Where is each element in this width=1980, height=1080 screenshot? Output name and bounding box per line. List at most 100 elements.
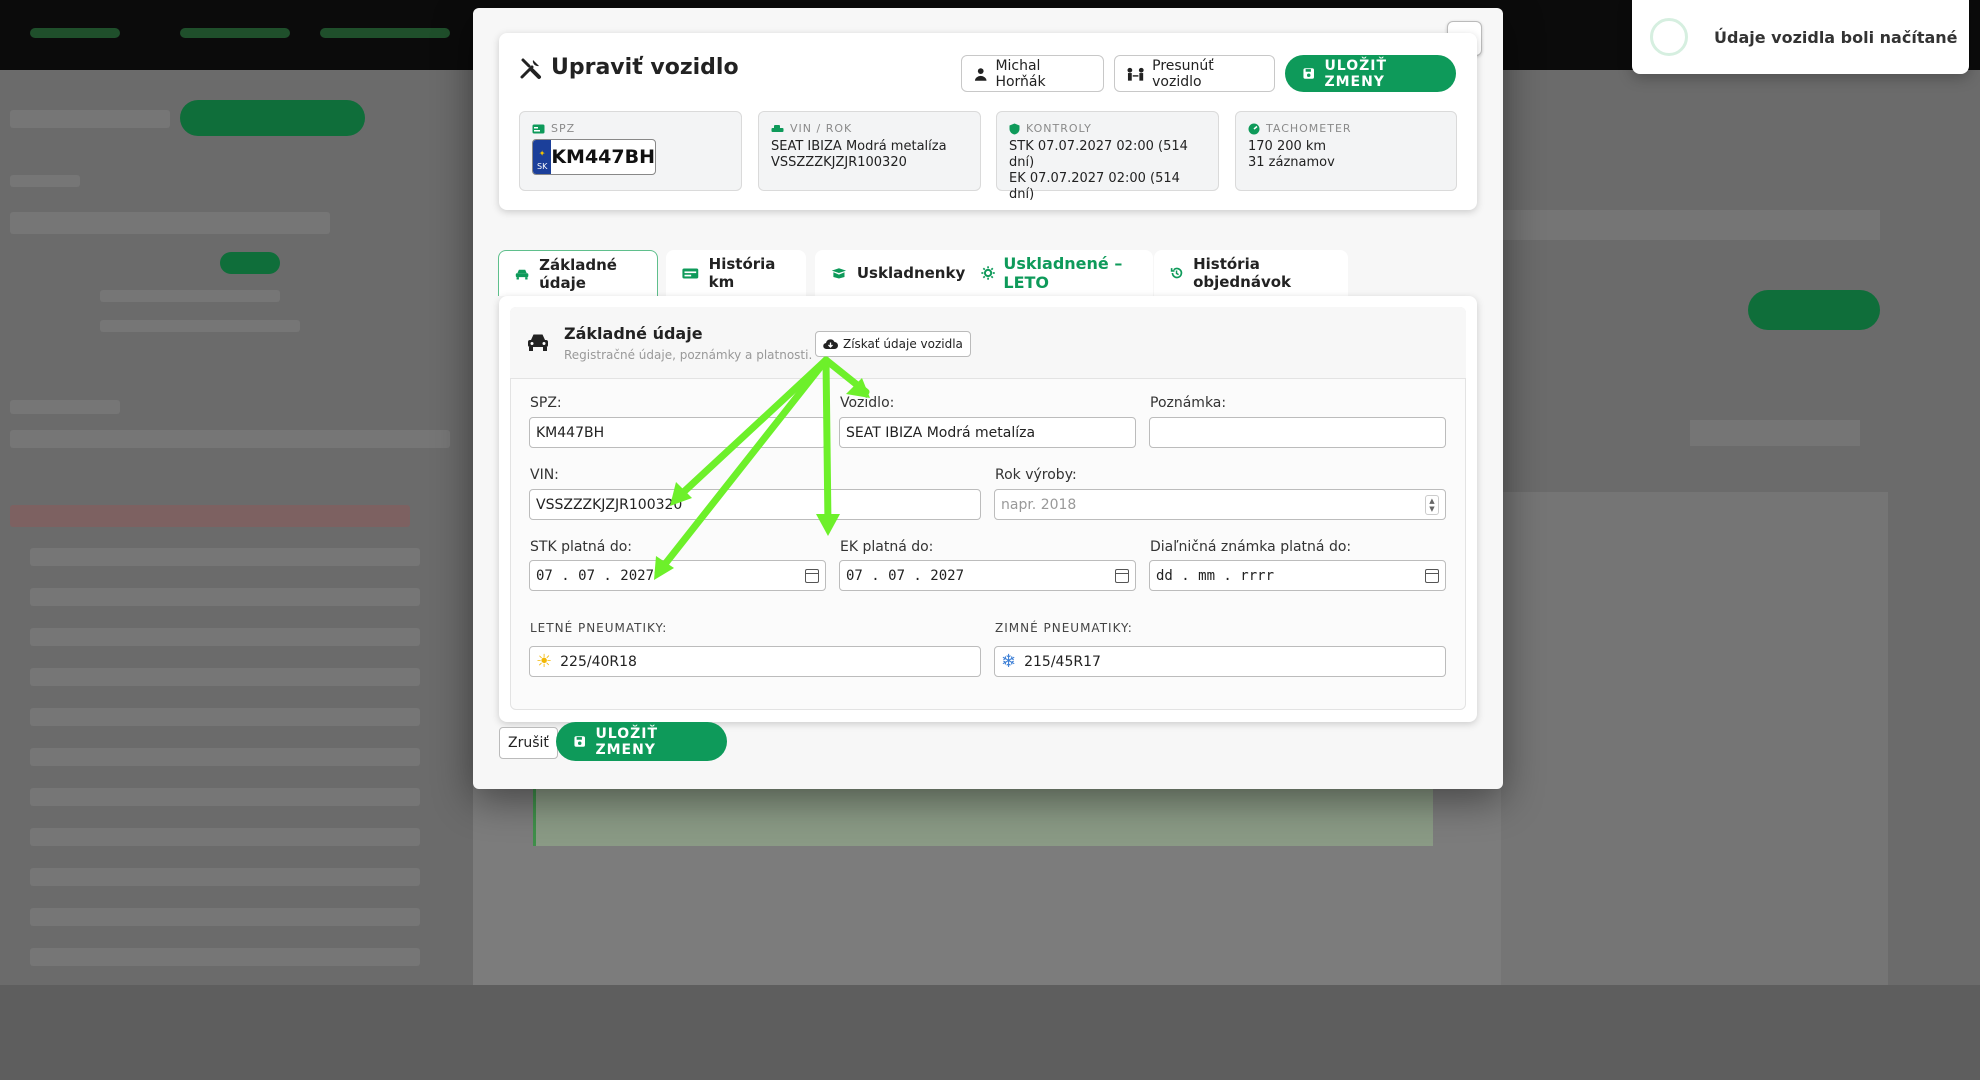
background-heading xyxy=(10,110,170,128)
vin-input[interactable]: VSSZZZKJZJR100320 xyxy=(529,489,981,520)
spz-info-box: SPZ ✦ SK KM447BH xyxy=(519,111,742,191)
background-table-row xyxy=(30,668,420,686)
odometer-info-label: TACHOMETER xyxy=(1248,122,1444,135)
background-table-row xyxy=(30,708,420,726)
plate-number: KM447BH xyxy=(551,146,655,168)
toast-message: Údaje vozidla boli načítané xyxy=(1714,27,1958,47)
storage-status-text: Uskladnené – LETO xyxy=(1003,254,1123,292)
year-placeholder: napr. 2018 xyxy=(1001,496,1077,513)
car-icon xyxy=(515,269,529,279)
save-changes-label: ULOŽIŤ ZMENY xyxy=(1324,57,1388,90)
vehicle-label: Vozidlo: xyxy=(840,395,895,411)
note-input[interactable] xyxy=(1149,417,1446,448)
background-row xyxy=(10,212,330,234)
background-table-row xyxy=(30,788,420,806)
shield-icon xyxy=(1009,123,1020,134)
vignette-date-input[interactable]: dd . mm . rrrr xyxy=(1149,560,1446,591)
background-panel xyxy=(1690,420,1860,446)
user-icon xyxy=(974,67,987,81)
checks-info-box: KONTROLY STK 07.07.2027 02:00 (514 dní) … xyxy=(996,111,1219,202)
snowflake-icon: ❄ xyxy=(1001,650,1017,672)
odometer-display-icon xyxy=(682,267,699,279)
id-card-icon xyxy=(532,124,545,133)
spz-input[interactable]: KM447BH xyxy=(529,417,826,448)
tab-order-history[interactable]: História objednávok xyxy=(1154,250,1348,296)
background-logo xyxy=(30,28,120,38)
tab-storage[interactable]: Uskladnenky Uskladnené – LETO xyxy=(815,250,1153,296)
vin-info-box: VIN / ROK SEAT IBIZA Modrá metalíza VSSZ… xyxy=(758,111,981,191)
plate-country: SK xyxy=(536,162,548,171)
checks-info-label-text: KONTROLY xyxy=(1026,122,1092,135)
owner-button-label: Michal Horňák xyxy=(995,57,1046,90)
background-table-row xyxy=(30,588,420,606)
owner-button[interactable]: Michal Horňák xyxy=(961,55,1104,92)
floppy-disk-icon xyxy=(1303,68,1314,79)
move-vehicle-label: Presunúť vozidlo xyxy=(1152,57,1214,90)
loading-ring-icon xyxy=(1650,18,1688,56)
sun-icon: ☀ xyxy=(536,650,553,672)
year-input[interactable]: napr. 2018 ▲ ▼ xyxy=(994,489,1446,520)
background-nav-item xyxy=(180,28,290,38)
stk-label: STK platná do: xyxy=(530,539,632,555)
winter-tires-value: 215/45R17 xyxy=(1024,653,1101,670)
stk-date-value: 07 . 07 . 2027 xyxy=(536,567,655,584)
eu-stars-icon: ✦ xyxy=(538,149,546,158)
save-changes-label: ULOŽIŤ ZMENY xyxy=(595,725,659,758)
vin-info-line-1: SEAT IBIZA Modrá metalíza xyxy=(771,139,947,154)
winter-tires-input[interactable]: ❄ 215/45R17 xyxy=(994,646,1446,677)
vin-info-label-text: VIN / ROK xyxy=(790,122,853,135)
storage-status: Uskladnené – LETO xyxy=(981,254,1137,292)
eu-flag-strip: ✦ SK xyxy=(533,140,552,174)
ek-date-input[interactable]: 07 . 07 . 2027 xyxy=(839,560,1136,591)
background-panel xyxy=(1500,210,1880,240)
save-changes-button-bottom[interactable]: ULOŽIŤ ZMENY xyxy=(556,722,727,761)
save-changes-button-top[interactable]: ULOŽIŤ ZMENY xyxy=(1285,55,1456,92)
car-front-icon xyxy=(528,334,548,351)
background-button xyxy=(180,100,365,136)
vignette-date-value: dd . mm . rrrr xyxy=(1156,567,1275,584)
summer-tires-input[interactable]: ☀ 225/40R18 xyxy=(529,646,981,677)
cloud-download-icon xyxy=(823,339,838,350)
tab-km-history[interactable]: História km xyxy=(666,250,806,296)
tools-icon xyxy=(520,58,541,79)
odometer-records-line: 31 záznamov xyxy=(1248,155,1335,170)
background-lower-toolbar xyxy=(533,786,1433,846)
summer-tires-label: LETNÉ PNEUMATIKY: xyxy=(530,621,668,635)
background-table-row xyxy=(30,868,420,886)
box-open-icon xyxy=(831,268,847,279)
background-table-row xyxy=(30,748,420,766)
history-icon xyxy=(1170,267,1183,279)
checks-ek-line: EK 07.07.2027 02:00 (514 dní) xyxy=(1009,171,1180,202)
vin-label: VIN: xyxy=(530,467,559,483)
move-vehicle-button[interactable]: Presunúť vozidlo xyxy=(1114,55,1275,92)
vehicle-input[interactable]: SEAT IBIZA Modrá metalíza xyxy=(839,417,1136,448)
stk-date-input[interactable]: 07 . 07 . 2027 xyxy=(529,560,826,591)
background-table-row xyxy=(30,828,420,846)
calendar-icon[interactable] xyxy=(805,568,819,583)
stepper-down-icon: ▼ xyxy=(1429,504,1435,513)
background-table-row xyxy=(30,948,420,966)
spz-info-label: SPZ xyxy=(532,122,729,135)
section-title: Základné údaje xyxy=(564,324,703,343)
modal-title: Upraviť vozidlo xyxy=(519,55,739,80)
floppy-disk-icon xyxy=(574,736,585,747)
odometer-info-label-text: TACHOMETER xyxy=(1266,122,1352,135)
ek-date-value: 07 . 07 . 2027 xyxy=(846,567,965,584)
background-table-row xyxy=(30,548,420,566)
background-button xyxy=(1748,290,1880,330)
gauge-icon xyxy=(1248,123,1260,134)
tab-basic-info[interactable]: Základné údaje xyxy=(498,250,658,296)
calendar-icon[interactable] xyxy=(1115,568,1129,583)
year-stepper[interactable]: ▲ ▼ xyxy=(1425,494,1439,515)
vignette-label: Diaľničná známka platná do: xyxy=(1150,539,1352,555)
calendar-icon[interactable] xyxy=(1425,568,1439,583)
people-arrows-icon xyxy=(1127,67,1144,81)
background-alert xyxy=(10,505,410,527)
ek-label: EK platná do: xyxy=(840,539,934,555)
cancel-button[interactable]: Zrušiť xyxy=(499,727,558,759)
background-lower-panel xyxy=(473,786,1501,986)
background-row xyxy=(10,175,80,187)
spz-label: SPZ: xyxy=(530,395,562,411)
winter-tires-label: ZIMNÉ PNEUMATIKY: xyxy=(995,621,1133,635)
fetch-vehicle-data-button[interactable]: Získať údaje vozidla xyxy=(815,331,971,357)
